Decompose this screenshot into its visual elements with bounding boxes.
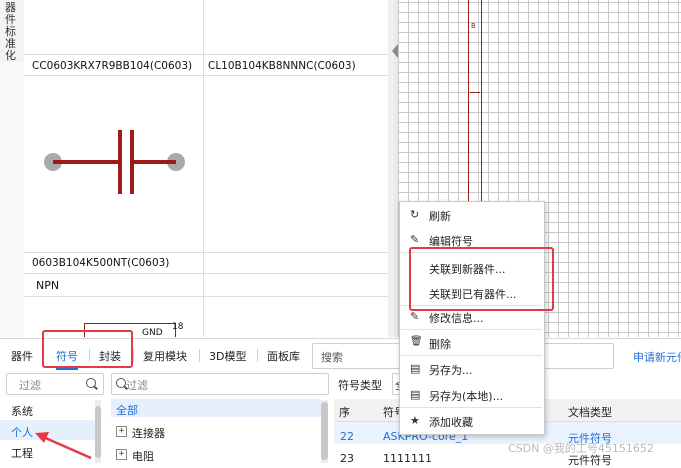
symbol-letter: B bbox=[471, 22, 476, 30]
menu-separator bbox=[400, 355, 542, 356]
expand-icon[interactable]: + bbox=[116, 449, 127, 460]
tree-item-connector[interactable]: 连接器 bbox=[132, 425, 165, 441]
column-header-no[interactable]: 序 bbox=[339, 404, 350, 420]
symbol-pin-line bbox=[470, 92, 480, 93]
grid-divider bbox=[24, 273, 388, 274]
tree-item-all[interactable]: 全部 bbox=[116, 402, 138, 418]
component-caption[interactable]: CL10B104KB8NNNC(C0603) bbox=[208, 60, 356, 72]
menu-item-delete[interactable]: 删除 bbox=[429, 336, 451, 352]
new-component-link[interactable]: 申请新元件 bbox=[633, 349, 681, 365]
pin-number: 18 bbox=[172, 322, 184, 332]
grid-divider bbox=[24, 54, 388, 55]
category-scrollbar[interactable] bbox=[95, 400, 101, 463]
tab-separator bbox=[199, 349, 200, 362]
scrollbar-thumb[interactable] bbox=[95, 406, 101, 458]
component-caption[interactable]: 0603B104K500NT(C0603) bbox=[32, 257, 169, 269]
menu-separator bbox=[400, 329, 542, 330]
trash-icon: 🗑 bbox=[410, 336, 423, 347]
annotation-box-tabs bbox=[42, 330, 133, 368]
tree-selected-highlight bbox=[111, 399, 321, 417]
tab-devices[interactable]: 器件 bbox=[11, 348, 33, 364]
tab-reuse-modules[interactable]: 复用模块 bbox=[143, 348, 187, 364]
grid-divider bbox=[203, 0, 204, 337]
refresh-icon: ↻ bbox=[410, 208, 420, 221]
symbol-outline[interactable] bbox=[468, 0, 482, 211]
column-header-doctype[interactable]: 文档类型 bbox=[568, 404, 612, 420]
watermark: CSDN @我的工号45151652 bbox=[508, 442, 654, 455]
row-number: 23 bbox=[340, 452, 354, 465]
annotation-arrow bbox=[35, 432, 92, 460]
menu-item-modify-info[interactable]: 修改信息... bbox=[429, 310, 484, 326]
section-label-npn: NPN bbox=[36, 279, 60, 292]
active-tab-indicator bbox=[56, 368, 78, 370]
symbol-type-label: 符号类型 bbox=[338, 379, 382, 392]
save-as-icon: ▤ bbox=[410, 362, 421, 375]
tab-3d-models[interactable]: 3D模型 bbox=[209, 348, 246, 364]
filter-placeholder: 过滤 bbox=[126, 379, 148, 392]
standardize-label: 器件标准化 bbox=[5, 1, 16, 62]
tab-panel-library[interactable]: 面板库 bbox=[267, 348, 300, 364]
component-grid: CC0603KRX7R9BB104(C0603) CL10B104KB8NNNC… bbox=[24, 0, 388, 337]
tab-separator bbox=[133, 349, 134, 362]
menu-item-save-as[interactable]: 另存为... bbox=[429, 362, 473, 378]
filter-placeholder: 过滤 bbox=[19, 379, 41, 392]
search-icon[interactable] bbox=[116, 378, 126, 388]
save-local-icon: ▤ bbox=[410, 388, 421, 401]
row-number: 22 bbox=[340, 430, 354, 443]
grid-divider bbox=[24, 75, 388, 76]
category-project[interactable]: 工程 bbox=[11, 445, 33, 461]
menu-item-save-as-local[interactable]: 另存为(本地)... bbox=[429, 388, 503, 404]
grid-divider bbox=[24, 252, 388, 253]
capacitor-symbol[interactable] bbox=[38, 120, 188, 204]
tree-item-resistor[interactable]: 电阻 bbox=[132, 448, 154, 464]
edit-icon: ✎ bbox=[410, 233, 420, 246]
tree-filter-input[interactable]: 过滤 bbox=[111, 373, 329, 395]
annotation-box-link-items bbox=[409, 247, 554, 311]
category-system[interactable]: 系统 bbox=[11, 403, 33, 419]
component-caption[interactable]: CC0603KRX7R9BB104(C0603) bbox=[32, 60, 192, 72]
expand-icon[interactable]: + bbox=[116, 426, 127, 437]
star-icon: ★ bbox=[410, 414, 420, 427]
menu-item-add-favorite[interactable]: 添加收藏 bbox=[429, 414, 473, 430]
tab-separator bbox=[257, 349, 258, 362]
menu-separator bbox=[400, 407, 542, 408]
pin-label: GND bbox=[142, 328, 163, 337]
scrollbar-thumb[interactable] bbox=[321, 402, 328, 460]
search-icon[interactable] bbox=[86, 378, 96, 388]
category-filter-input[interactable]: 过滤 bbox=[6, 373, 104, 395]
left-side-pad bbox=[0, 62, 25, 337]
grid-divider bbox=[24, 296, 388, 297]
tree-scrollbar[interactable] bbox=[321, 400, 328, 463]
search-placeholder: 搜索 bbox=[321, 351, 343, 364]
standardize-panel-tab[interactable]: 器件标准化 bbox=[0, 0, 25, 63]
edit-icon: ✎ bbox=[410, 310, 420, 323]
category-personal[interactable]: 个人 bbox=[11, 424, 33, 440]
row-symbol: 1111111 bbox=[383, 452, 432, 465]
menu-item-refresh[interactable]: 刷新 bbox=[429, 208, 451, 224]
